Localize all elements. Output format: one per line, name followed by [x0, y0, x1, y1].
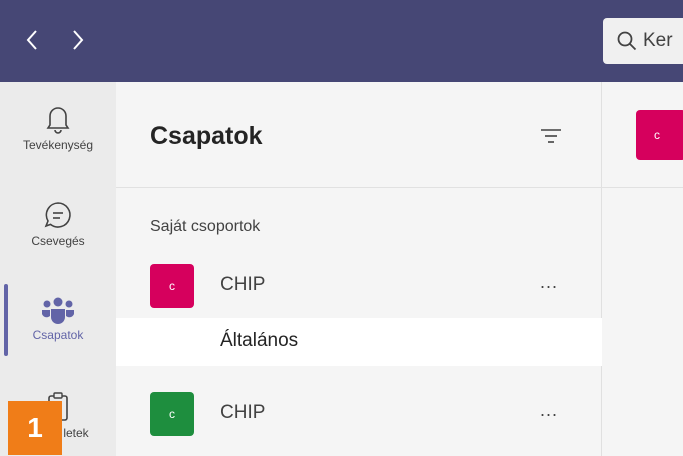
- app-rail: Tevékenység Csevegés Csapatok letek: [0, 82, 116, 456]
- rail-label-teams: Csapatok: [32, 328, 84, 342]
- more-options-icon[interactable]: ...: [540, 272, 558, 293]
- step-badge: 1: [8, 401, 62, 455]
- rail-label-activity: Tevékenység: [22, 138, 94, 152]
- team-row[interactable]: c CHIP ...: [116, 388, 602, 440]
- section-label-my-teams: Saját csoportok: [150, 218, 261, 235]
- content-header: c: [602, 82, 683, 188]
- teams-panel: Csapatok Saját csoportok c CHIP ... Álta…: [116, 82, 602, 456]
- chevron-left-icon: [26, 30, 37, 50]
- content-avatar-initial: c: [654, 128, 660, 142]
- search-placeholder: Ker: [643, 30, 673, 51]
- channel-name: Általános: [220, 330, 299, 351]
- search-icon: [617, 31, 637, 51]
- rail-label-chat: Csevegés: [31, 234, 85, 248]
- more-options-icon[interactable]: ...: [540, 400, 558, 421]
- teams-icon: [42, 297, 74, 324]
- channel-item-general[interactable]: Általános: [116, 318, 602, 366]
- page-title: Csapatok: [150, 122, 263, 150]
- title-bar: Ker: [0, 0, 683, 82]
- rail-item-chat[interactable]: Csevegés: [0, 200, 116, 248]
- bell-icon: [46, 107, 70, 134]
- team-avatar: c: [150, 392, 194, 436]
- team-avatar-initial: c: [169, 279, 175, 293]
- rail-label-assignments: letek: [63, 426, 89, 440]
- team-avatar-initial: c: [169, 407, 175, 421]
- team-row[interactable]: c CHIP ...: [116, 260, 602, 312]
- content-team-avatar: c: [636, 110, 683, 160]
- chevron-right-icon: [73, 30, 84, 50]
- panel-header: Csapatok: [116, 82, 602, 188]
- rail-item-activity[interactable]: Tevékenység: [0, 104, 116, 152]
- content-area: c: [602, 82, 683, 456]
- team-avatar: c: [150, 264, 194, 308]
- forward-button[interactable]: [64, 24, 92, 56]
- chat-icon: [44, 202, 71, 228]
- team-name: CHIP: [220, 402, 266, 423]
- team-name: CHIP: [220, 274, 266, 295]
- filter-icon[interactable]: [540, 128, 562, 144]
- search-input[interactable]: Ker: [603, 18, 683, 64]
- back-button[interactable]: [18, 24, 46, 56]
- rail-item-teams[interactable]: Csapatok: [0, 296, 116, 342]
